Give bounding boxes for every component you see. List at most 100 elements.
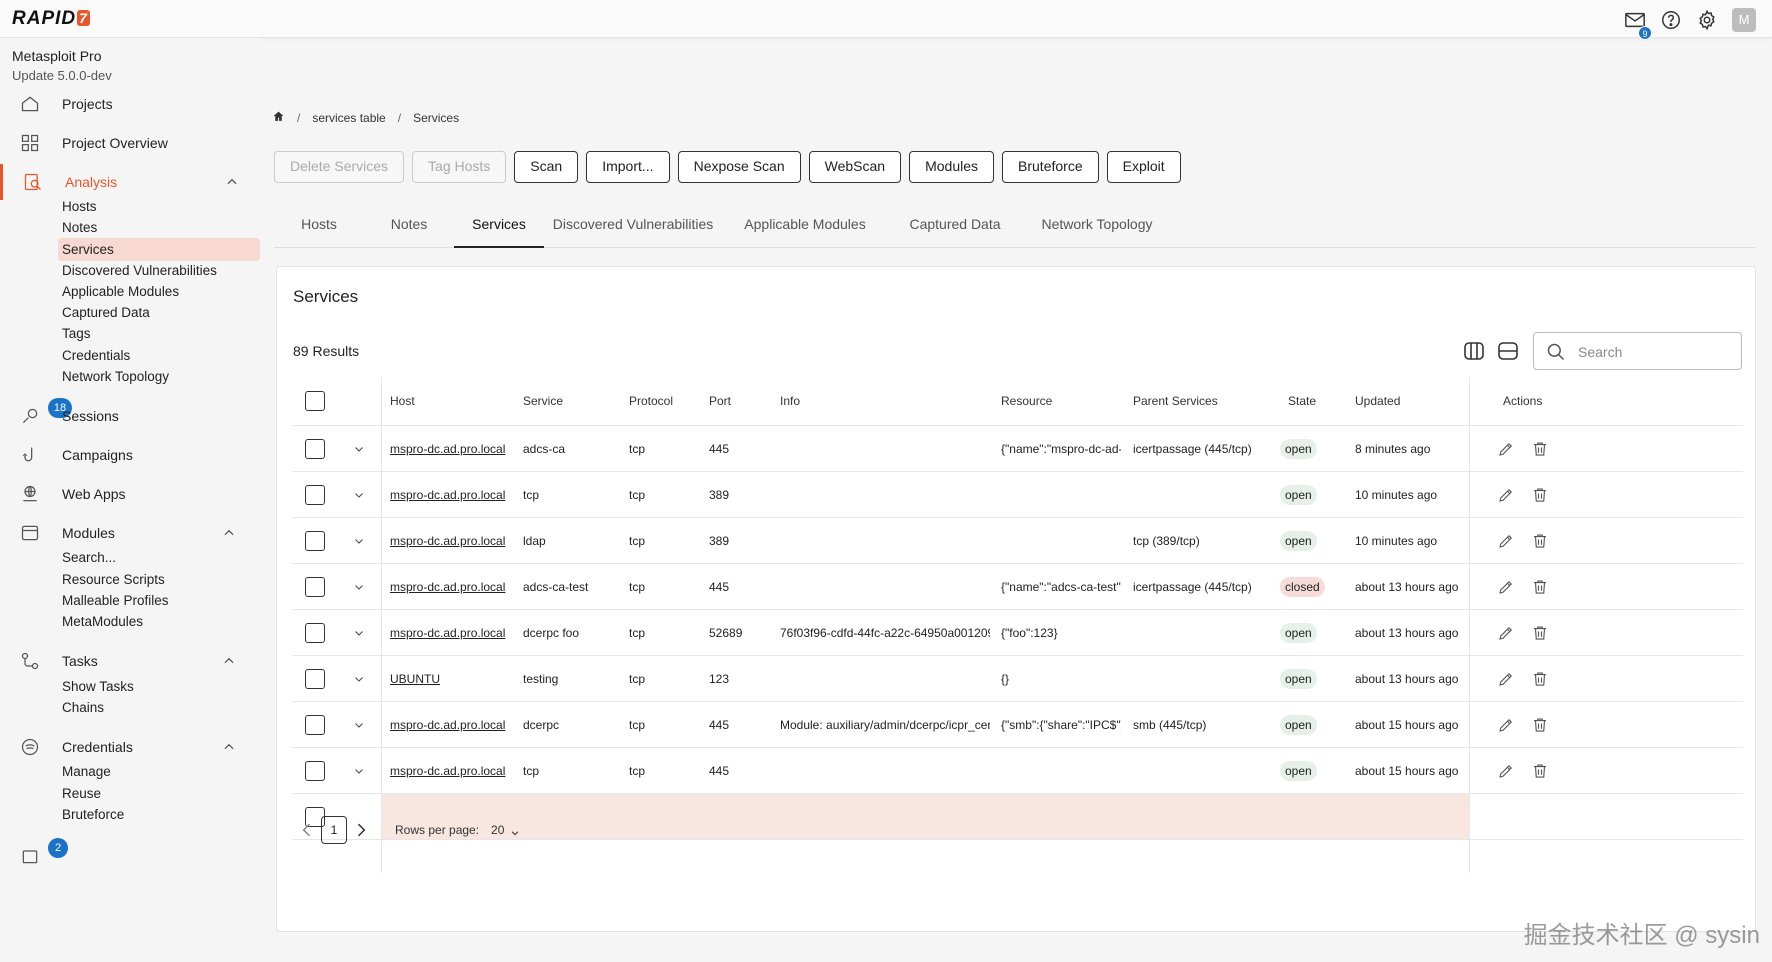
sidebar-item-captured-data[interactable]: Captured Data <box>58 301 260 324</box>
trash-icon[interactable] <box>1531 440 1549 458</box>
scan-button[interactable]: Scan <box>514 151 579 183</box>
edit-icon[interactable] <box>1497 486 1515 504</box>
col-updated[interactable]: Updated <box>1355 377 1465 425</box>
chevron-down-icon[interactable] <box>353 765 365 777</box>
trash-icon[interactable] <box>1531 716 1549 734</box>
chevron-down-icon[interactable] <box>353 627 365 639</box>
sidebar-item-metamodules[interactable]: MetaModules <box>58 610 260 633</box>
sidebar-item-manage[interactable]: Manage <box>58 760 260 783</box>
sidebar-item-tags[interactable]: Tags <box>58 322 260 345</box>
help-icon[interactable] <box>1660 9 1682 31</box>
edit-icon[interactable] <box>1497 762 1515 780</box>
edit-icon[interactable] <box>1497 716 1515 734</box>
sidebar-item-resource-scripts[interactable]: Resource Scripts <box>58 568 260 591</box>
chevron-up-icon[interactable] <box>222 654 236 668</box>
edit-icon[interactable] <box>1497 440 1515 458</box>
select-all-checkbox[interactable] <box>305 391 325 411</box>
table-row[interactable]: mspro-dc.ad.pro.local dcerpc tcp 445 Module:… <box>293 702 1743 748</box>
host-link[interactable]: mspro-dc.ad.pro.local <box>390 488 505 502</box>
trash-icon[interactable] <box>1531 762 1549 780</box>
webscan-button[interactable]: WebScan <box>808 151 902 183</box>
table-row[interactable]: UBUNTU testing tcp 123 {} about 13 hours ago o… <box>293 656 1743 702</box>
host-link[interactable]: mspro-dc.ad.pro.local <box>390 442 505 456</box>
chevron-down-icon[interactable] <box>353 673 365 685</box>
tab-services[interactable]: Services <box>454 208 544 248</box>
breadcrumb-services-table[interactable]: services table <box>312 111 385 125</box>
edit-icon[interactable] <box>1497 578 1515 596</box>
row-checkbox[interactable] <box>305 714 325 735</box>
trash-icon[interactable] <box>1531 532 1549 550</box>
row-density-icon[interactable] <box>1496 339 1520 363</box>
sidebar-item-hosts[interactable]: Hosts <box>58 195 260 218</box>
edit-icon[interactable] <box>1497 624 1515 642</box>
tab-discovered-vulnerabilities[interactable]: Discovered Vulnerabilities <box>544 208 722 248</box>
edit-icon[interactable] <box>1497 670 1515 688</box>
chevron-left-icon[interactable] <box>297 820 317 840</box>
sidebar-item-malleable-profiles[interactable]: Malleable Profiles <box>58 589 260 612</box>
table-row[interactable]: mspro-dc.ad.pro.local tcp tcp 445 about 15 h… <box>293 748 1743 794</box>
row-checkbox[interactable] <box>305 668 325 689</box>
trash-icon[interactable] <box>1531 578 1549 596</box>
delete-services-button[interactable]: Delete Services <box>274 151 405 183</box>
sidebar-item-applicable-modules[interactable]: Applicable Modules <box>58 280 260 303</box>
row-checkbox[interactable] <box>305 576 325 597</box>
trash-icon[interactable] <box>1531 486 1549 504</box>
search-input[interactable] <box>1578 341 1728 363</box>
tab-hosts[interactable]: Hosts <box>274 208 364 248</box>
tab-network-topology[interactable]: Network Topology <box>1022 208 1172 248</box>
sidebar-item-credentials[interactable]: Credentials <box>58 344 260 367</box>
chevron-up-icon[interactable] <box>225 175 239 189</box>
row-checkbox[interactable] <box>305 530 325 551</box>
row-checkbox[interactable] <box>305 438 325 459</box>
chevron-down-icon[interactable] <box>353 719 365 731</box>
column-view-icon[interactable] <box>1462 339 1486 363</box>
bruteforce-button[interactable]: Bruteforce <box>1002 151 1099 183</box>
host-link[interactable]: mspro-dc.ad.pro.local <box>390 534 505 548</box>
sidebar-item-bruteforce[interactable]: Bruteforce <box>58 803 260 826</box>
import-button[interactable]: Import... <box>586 151 670 183</box>
chevron-right-icon[interactable] <box>351 820 371 840</box>
chevron-down-icon[interactable] <box>353 489 365 501</box>
col-parent-services[interactable]: Parent Services <box>1133 377 1253 425</box>
sidebar-item-reuse[interactable]: Reuse <box>58 782 260 805</box>
gear-icon[interactable] <box>1696 9 1718 31</box>
sidebar-item-network-topology[interactable]: Network Topology <box>58 365 260 388</box>
tab-applicable-modules[interactable]: Applicable Modules <box>722 208 888 248</box>
col-service[interactable]: Service <box>523 377 613 425</box>
table-row[interactable]: mspro-dc.ad.pro.local tcp tcp 389 10 minutes… <box>293 472 1743 518</box>
tag-hosts-button[interactable]: Tag Hosts <box>412 151 507 183</box>
modules-button[interactable]: Modules <box>909 151 995 183</box>
sidebar-item-reports[interactable]: 2 <box>0 838 262 874</box>
tab-notes[interactable]: Notes <box>364 208 454 248</box>
col-protocol[interactable]: Protocol <box>629 377 699 425</box>
rows-per-page-select[interactable]: 20 <box>491 823 504 837</box>
col-info[interactable]: Info <box>780 377 980 425</box>
mail-icon[interactable]: 9 <box>1624 9 1652 40</box>
col-resource[interactable]: Resource <box>1001 377 1121 425</box>
chevron-down-icon[interactable] <box>353 535 365 547</box>
table-row[interactable]: mspro-dc.ad.pro.local dcerpc foo tcp 52689 7… <box>293 610 1743 656</box>
chevron-down-icon[interactable] <box>353 581 365 593</box>
sidebar-item-discovered-vulnerabilities[interactable]: Discovered Vulnerabilities <box>58 259 260 282</box>
sidebar-item-sessions[interactable]: 18 Sessions <box>0 398 262 434</box>
col-host[interactable]: Host <box>390 377 510 425</box>
host-link[interactable]: UBUNTU <box>390 672 440 686</box>
trash-icon[interactable] <box>1531 670 1549 688</box>
sidebar-item-notes[interactable]: Notes <box>58 216 260 239</box>
sidebar-item-tasks[interactable]: Tasks <box>0 643 262 679</box>
avatar[interactable]: M <box>1732 8 1756 32</box>
page-number-button[interactable]: 1 <box>321 816 347 844</box>
tab-captured-data[interactable]: Captured Data <box>888 208 1022 248</box>
host-link[interactable]: mspro-dc.ad.pro.local <box>390 764 505 778</box>
trash-icon[interactable] <box>1531 624 1549 642</box>
search-field[interactable] <box>1533 332 1742 370</box>
host-link[interactable]: mspro-dc.ad.pro.local <box>390 580 505 594</box>
col-port[interactable]: Port <box>709 377 769 425</box>
row-checkbox[interactable] <box>305 484 325 505</box>
row-checkbox[interactable] <box>305 760 325 781</box>
chevron-down-icon[interactable] <box>353 443 365 455</box>
sidebar-item-services[interactable]: Services <box>58 238 260 261</box>
sidebar-item-chains[interactable]: Chains <box>58 696 260 719</box>
row-checkbox[interactable] <box>305 622 325 643</box>
sidebar-item-show-tasks[interactable]: Show Tasks <box>58 675 260 698</box>
